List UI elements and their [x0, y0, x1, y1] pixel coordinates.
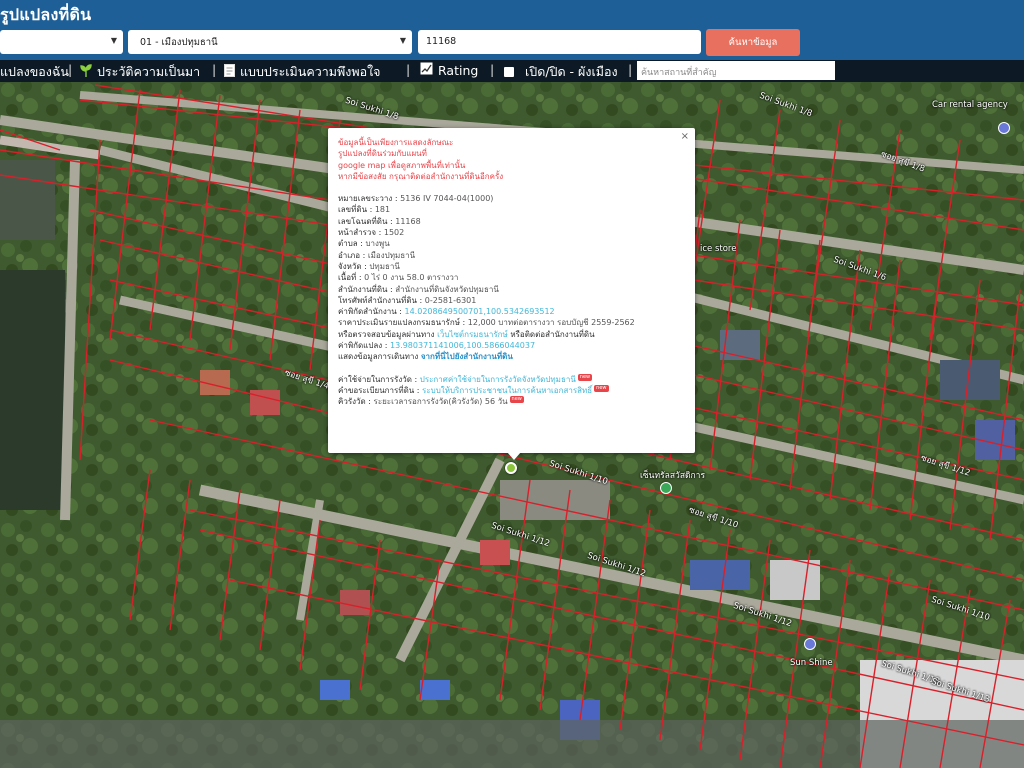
nav-history[interactable]: ประวัติความเป็นมา	[80, 62, 200, 82]
new-badge: new	[509, 396, 524, 404]
field-row: หมายเลขระวาง : 5136 IV 7044-04(1000)	[338, 194, 494, 204]
nav-divider: |	[490, 62, 495, 77]
district-select-value: 01 - เมืองปทุมธานี	[140, 37, 218, 48]
nav-rating[interactable]: Rating	[420, 62, 478, 78]
treasury-link[interactable]: เว็บไซต์กรมธนารักษ์	[437, 330, 508, 339]
search-button[interactable]: ค้นหาข้อมูล	[706, 29, 800, 56]
fee-row: ค่าใช้จ่ายในการรังวัด : ประกาศค่าใช้จ่าย…	[338, 373, 593, 384]
queue-link[interactable]: ระบบให้บริการประชาชนในการค้นหาเอกสารสิทธ…	[422, 386, 592, 395]
field-row: เนื้อที่ : 0 ไร่ 0 งาน 58.0 ตารางวา	[338, 273, 459, 283]
chevron-down-icon: ▼	[110, 36, 117, 45]
parcel-coords-row: ค่าพิกัดแปลง : 13.980371141006,100.58660…	[338, 341, 536, 351]
route-row: แสดงข้อมูลการเดินทาง จากที่นี่ไปยังสำนัก…	[338, 352, 513, 362]
price-row: ราคาประเมินรายแปลงกรมธนารักษ์ : 12,000 บ…	[338, 318, 635, 328]
app-root: รูปแปลงที่ดิน ▼ 01 - เมืองปทุมธานี ▼ 111…	[0, 0, 1024, 768]
nav-city-plan-label: เปิด/ปิด - ผังเมือง	[525, 64, 618, 79]
poi-label: ice store	[700, 244, 737, 254]
pond	[0, 270, 65, 510]
building-block	[0, 160, 55, 240]
new-badge: new	[577, 373, 593, 381]
disclaimer-line: google map เพื่อดูสภาพพื้นที่เท่านั้น	[338, 160, 466, 170]
parcel-coords-link[interactable]: 13.980371141006,100.5866044037	[390, 341, 535, 350]
disclaimer: ข้อมูลนี้เป็นเพียงการแสดงลักษณะ รูปแปลงท…	[338, 137, 685, 182]
office-coords-row: ค่าพิกัดสำนักงาน : 14.0208649500701,100.…	[338, 307, 555, 317]
route-link[interactable]: จากที่นี่ไปยังสำนักงานที่ดิน	[421, 352, 513, 361]
poi-label: Sun Shine	[790, 658, 833, 668]
chevron-down-icon: ▼	[399, 36, 406, 45]
parcel-number-input[interactable]: 11168	[418, 30, 701, 54]
poi-label: เซ็นทรัลสวัสดิการ	[640, 471, 706, 481]
poi-pin-icon[interactable]	[804, 638, 816, 650]
document-icon	[224, 64, 235, 80]
disclaimer-line: รูปแปลงที่ดินร่วมกับแผนที่	[338, 149, 427, 159]
field-row: อำเภอ : เมืองปทุมธานี	[338, 250, 416, 260]
new-badge: new	[594, 384, 609, 392]
poi-pin-icon[interactable]	[998, 122, 1010, 134]
field-row: สำนักงานที่ดิน : สำนักงานที่ดินจังหวัดปท…	[338, 284, 499, 294]
checkbox-icon[interactable]	[504, 67, 514, 77]
nav-rating-label: Rating	[438, 62, 479, 78]
nav-divider: |	[212, 62, 217, 77]
field-row: จังหวัด : ปทุมธานี	[338, 261, 400, 271]
field-row: โทรศัพท์สำนักงานที่ดิน : 0-2581-6301	[338, 295, 477, 305]
fee-link[interactable]: ประกาศค่าใช้จ่ายในการรังวัดจังหวัดปทุมธา…	[420, 375, 576, 384]
nav-city-plan-toggle[interactable]: เปิด/ปิด - ผังเมือง	[504, 62, 618, 82]
nav-my-parcels-label: แปลงของฉัน	[0, 64, 69, 79]
survey-row: คิวรังวัด : ระยะเวลารอการรังวัด(คิวรังวั…	[338, 396, 524, 407]
nav-divider: |	[406, 62, 411, 77]
navbar: แปลงของฉัน | ประวัติความเป็นมา | แบบประเ…	[0, 60, 1024, 82]
nav-survey-label: แบบประเมินความพึงพอใจ	[240, 64, 381, 79]
field-row: เลขที่ดิน : 181	[338, 205, 391, 215]
check-row: หรือตรวจสอบข้อมูลผ่านทาง เว็บไซต์กรมธนาร…	[338, 329, 595, 339]
office-coords-link[interactable]: 14.0208649500701,100.5342693512	[405, 307, 555, 316]
poi-pin-icon[interactable]	[660, 482, 672, 494]
province-select[interactable]: ▼	[0, 30, 123, 54]
disclaimer-line: หากมีข้อสงสัย กรุณาติดต่อสำนักงานที่ดินอ…	[338, 171, 504, 181]
header: รูปแปลงที่ดิน ▼ 01 - เมืองปทุมธานี ▼ 111…	[0, 0, 1024, 60]
queue-row: คำขอระเบียนการที่ดิน : ระบบให้บริการประช…	[338, 384, 609, 395]
nav-divider: |	[68, 62, 73, 77]
nav-satisfaction-survey[interactable]: แบบประเมินความพึงพอใจ	[224, 62, 381, 82]
field-row: ตำบล : บางพูน	[338, 239, 390, 249]
plant-icon	[80, 64, 92, 80]
place-search-input[interactable]: ค้นหาสถานที่สำคัญ	[637, 61, 835, 80]
poi-label: Car rental agency	[932, 100, 1008, 110]
close-icon[interactable]: ×	[681, 131, 689, 142]
disclaimer-line: ข้อมูลนี้เป็นเพียงการแสดงลักษณะ	[338, 138, 454, 147]
app-title: รูปแปลงที่ดิน	[0, 5, 92, 24]
parcel-info-popup: × ข้อมูลนี้เป็นเพียงการแสดงลักษณะ รูปแปล…	[328, 128, 695, 453]
popup-pointer	[507, 452, 521, 460]
parcel-marker-icon[interactable]	[505, 462, 517, 474]
nav-my-parcels[interactable]: แปลงของฉัน	[0, 62, 69, 82]
district-select[interactable]: 01 - เมืองปทุมธานี ▼	[128, 30, 412, 54]
field-row: หน้าสำรวจ : 1502	[338, 228, 405, 238]
nav-divider: |	[628, 62, 633, 77]
field-row: เลขโฉนดที่ดิน : 11168	[338, 216, 421, 226]
chart-icon	[420, 62, 433, 78]
nav-history-label: ประวัติความเป็นมา	[97, 64, 201, 79]
